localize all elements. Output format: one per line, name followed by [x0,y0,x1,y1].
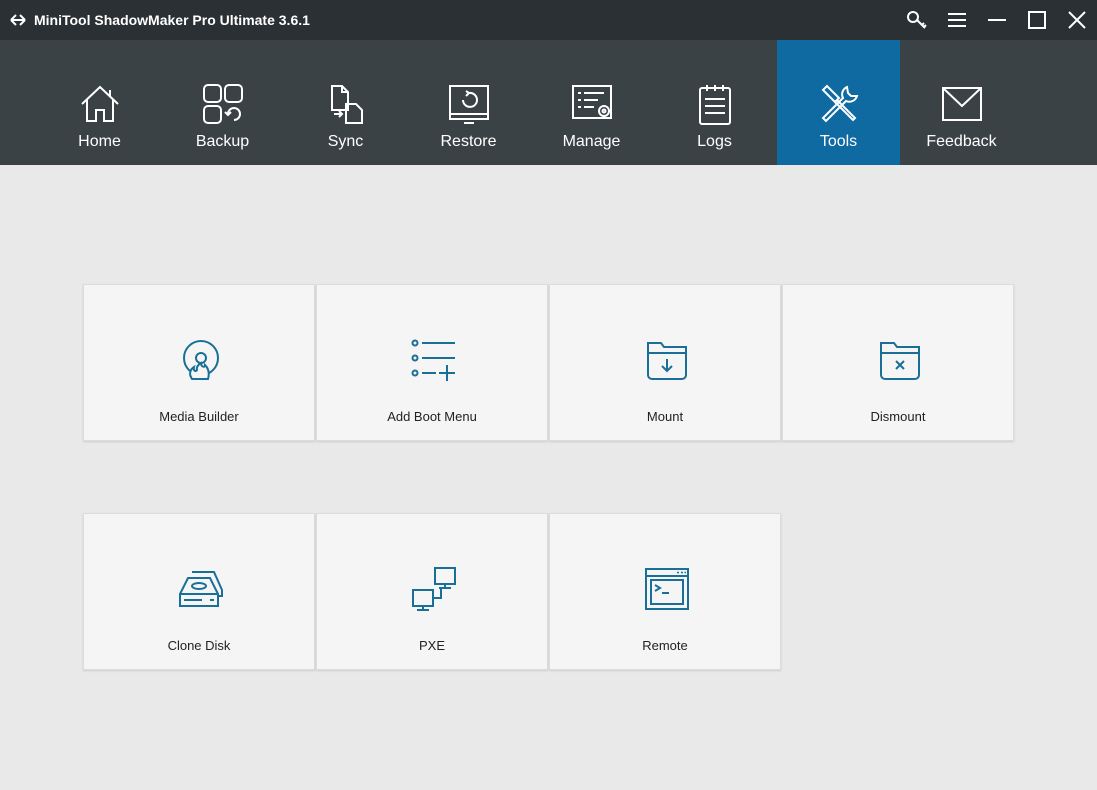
nav-logs[interactable]: Logs [653,40,776,165]
nav-feedback[interactable]: Feedback [900,40,1023,165]
tools-panel: Media Builder Add Boot Menu Mount Dismou… [0,165,1097,790]
tool-card-dismount[interactable]: Dismount [782,284,1014,441]
tool-card-clone-disk[interactable]: Clone Disk [83,513,315,670]
home-icon [78,82,122,126]
media-builder-icon [178,337,224,383]
nav-manage[interactable]: Manage [530,40,653,165]
maximize-icon[interactable] [1025,8,1049,32]
window-title: MiniTool ShadowMaker Pro Ultimate 3.6.1 [34,12,310,28]
card-label: Remote [642,638,688,653]
nav-home[interactable]: Home [38,40,161,165]
app-logo-icon [8,10,28,30]
nav-label: Home [78,133,121,150]
add-boot-menu-icon [411,337,457,383]
main-nav: Home Backup Sync Restore Manage Logs Too… [0,40,1097,165]
nav-label: Feedback [926,133,997,150]
nav-label: Backup [195,133,250,150]
minimize-icon[interactable] [985,8,1009,32]
logs-icon [693,82,737,126]
restore-icon [447,82,491,126]
key-icon[interactable] [905,8,929,32]
tool-card-pxe[interactable]: PXE [316,513,548,670]
card-label: Clone Disk [167,638,231,653]
tool-card-remote[interactable]: Remote [549,513,781,670]
card-label: Dismount [870,409,926,424]
clone-disk-icon [178,566,224,612]
mount-icon [644,337,690,383]
card-label: Add Boot Menu [387,409,477,424]
nav-label: Manage [562,133,621,150]
nav-label: Restore [440,133,497,150]
nav-label: Tools [819,133,858,150]
card-label: Mount [646,409,684,424]
menu-icon[interactable] [945,8,969,32]
nav-tools[interactable]: Tools [777,40,900,165]
tools-icon [817,82,861,126]
backup-icon [201,82,245,126]
dismount-icon [877,337,923,383]
tool-card-media-builder[interactable]: Media Builder [83,284,315,441]
nav-label: Sync [327,133,364,150]
card-label: Media Builder [159,409,239,424]
pxe-icon [411,566,457,612]
manage-icon [570,82,614,126]
feedback-icon [940,82,984,126]
card-label: PXE [418,638,445,653]
nav-label: Logs [697,133,732,150]
sync-icon [324,82,368,126]
nav-sync[interactable]: Sync [284,40,407,165]
nav-restore[interactable]: Restore [407,40,530,165]
tool-card-mount[interactable]: Mount [549,284,781,441]
remote-icon [644,566,690,612]
close-icon[interactable] [1065,8,1089,32]
title-bar: MiniTool ShadowMaker Pro Ultimate 3.6.1 [0,0,1097,40]
tool-card-add-boot-menu[interactable]: Add Boot Menu [316,284,548,441]
nav-backup[interactable]: Backup [161,40,284,165]
